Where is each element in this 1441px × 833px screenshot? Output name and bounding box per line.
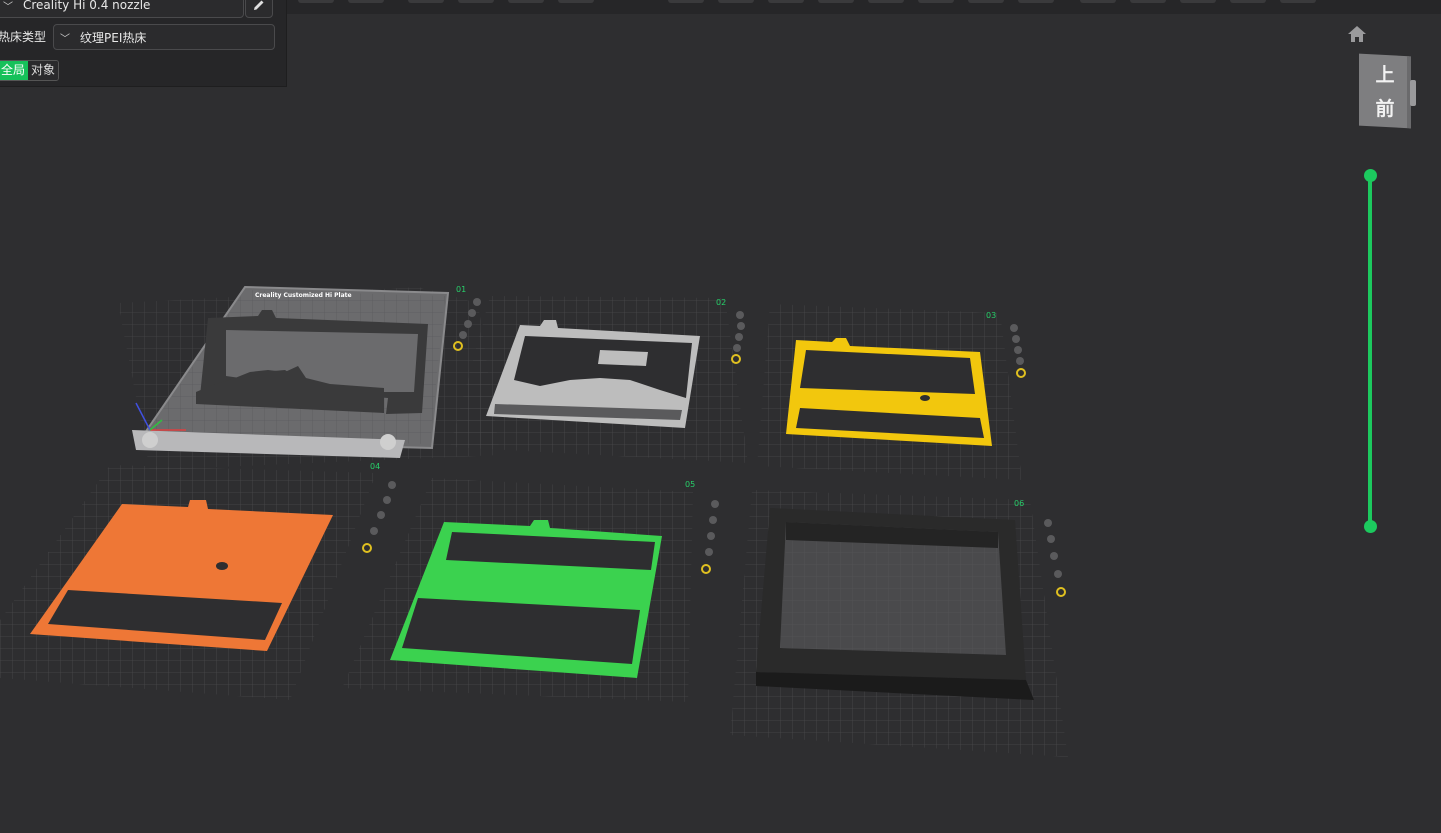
chevron-down-icon: ﹀ (60, 33, 70, 45)
scope-toggle: 全局 对象 (0, 60, 60, 81)
bed-type-select[interactable]: ﹀ 纹理PEI热床 (53, 24, 275, 50)
layer-slider-bottom-handle[interactable] (1364, 520, 1377, 533)
plate-03-tools[interactable] (1010, 324, 1026, 378)
printer-select[interactable]: ﹀ Creality Hi 0.4 nozzle (0, 0, 244, 18)
printer-name: Creality Hi 0.4 nozzle (23, 0, 151, 12)
plate-number: 03 (986, 311, 996, 320)
bed-type-value: 纹理PEI热床 (80, 30, 147, 45)
home-icon[interactable] (1346, 24, 1368, 44)
plate-caption: Creality Customized Hi Plate (255, 292, 352, 299)
edit-printer-button[interactable] (245, 0, 273, 18)
view-cube-front-label[interactable]: 前 (1359, 94, 1411, 121)
view-cube[interactable]: 上 前 (1355, 52, 1417, 130)
view-cube-top-label[interactable]: 上 (1359, 60, 1411, 87)
scope-global-button[interactable]: 全局 (0, 61, 29, 80)
plate-06-tools[interactable] (1044, 519, 1066, 597)
plate-number: 01 (456, 285, 466, 294)
layer-slider-top-handle[interactable] (1364, 169, 1377, 182)
plate-01[interactable]: Creality Customized Hi Plate 01 (118, 285, 500, 470)
print-settings-panel: ﹀ Creality Hi 0.4 nozzle 热床类型 ﹀ 纹理PEI热床 … (0, 0, 287, 87)
3d-viewport[interactable]: Creality Customized Hi Plate 01 02 03 04… (0, 0, 1441, 833)
plate-04[interactable]: 04 (0, 462, 396, 700)
plate-02-tools[interactable] (731, 311, 745, 364)
plate-06[interactable]: 06 (730, 490, 1068, 757)
plate-05[interactable]: 05 (342, 478, 719, 702)
chevron-down-icon: ﹀ (3, 1, 13, 13)
plate-02[interactable]: 02 (450, 296, 748, 463)
plate-number: 04 (370, 462, 380, 471)
plate-number: 06 (1014, 499, 1024, 508)
plate-number: 05 (685, 480, 695, 489)
plate-03[interactable]: 03 (757, 304, 1026, 480)
scope-object-button[interactable]: 对象 (28, 61, 59, 80)
plate-number: 02 (716, 298, 726, 307)
layer-slider-track[interactable] (1368, 175, 1372, 526)
bed-type-label: 热床类型 (0, 30, 47, 44)
pencil-icon (254, 0, 264, 10)
plate-05-tools[interactable] (701, 500, 719, 574)
